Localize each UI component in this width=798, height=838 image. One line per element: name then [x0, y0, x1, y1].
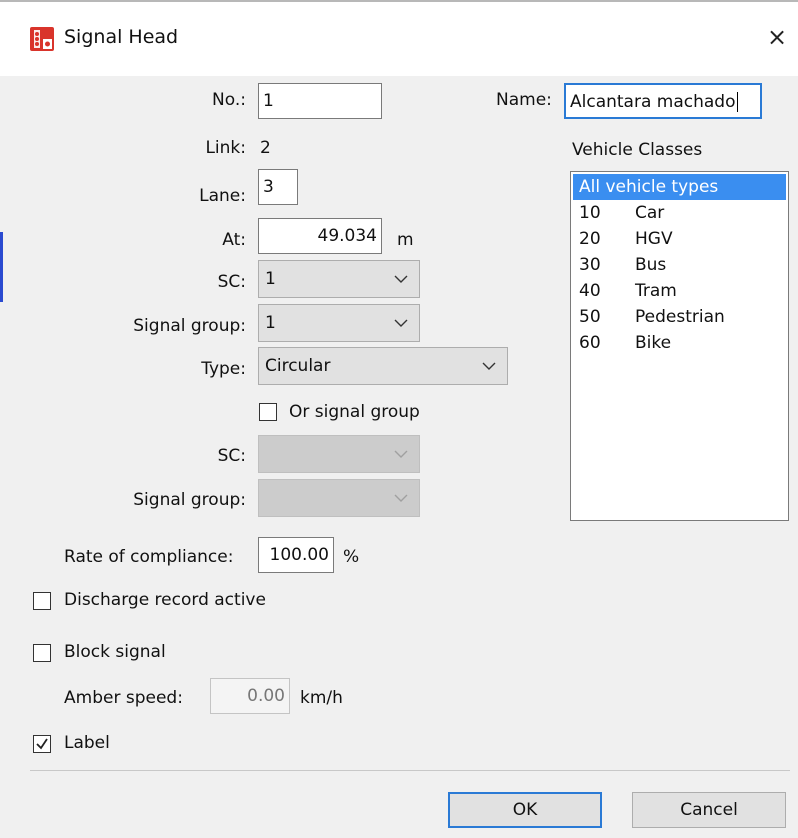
no-input[interactable]: 1 — [258, 83, 382, 119]
at-unit: m — [397, 230, 414, 250]
label-checkbox-label: Label — [64, 733, 110, 753]
block-signal-checkbox[interactable] — [33, 644, 51, 662]
chevron-down-icon — [394, 450, 408, 458]
signal-group-value: 1 — [265, 313, 276, 333]
sc2-label: SC: — [217, 446, 246, 466]
signal-head-icon — [30, 27, 54, 51]
signal-head-dialog: Signal Head × No.: 1 Name: Alcantara mac… — [0, 0, 798, 838]
chevron-down-icon — [394, 319, 408, 327]
amber-speed-unit: km/h — [300, 688, 343, 708]
chevron-down-icon — [394, 494, 408, 502]
name-input[interactable]: Alcantara machado — [564, 83, 762, 119]
divider — [30, 770, 790, 771]
discharge-record-label: Discharge record active — [64, 590, 266, 610]
list-item[interactable]: 10 Car — [573, 200, 786, 226]
rate-unit: % — [343, 547, 360, 567]
or-signal-group-checkbox[interactable] — [259, 403, 277, 421]
close-icon[interactable]: × — [760, 20, 794, 54]
sc2-dropdown[interactable] — [258, 435, 420, 473]
link-value: 2 — [260, 138, 271, 158]
list-item[interactable]: 50 Pedestrian — [573, 304, 786, 330]
rate-of-compliance-input[interactable]: 100.00 — [258, 537, 334, 573]
chevron-down-icon — [482, 362, 496, 370]
block-signal-label: Block signal — [64, 642, 166, 662]
at-label: At: — [222, 230, 246, 250]
name-value: Alcantara machado — [570, 92, 736, 112]
lane-input[interactable]: 3 — [258, 169, 298, 205]
type-value: Circular — [265, 356, 331, 376]
lane-label: Lane: — [199, 186, 246, 206]
sc-label: SC: — [217, 272, 246, 292]
text-caret — [736, 92, 738, 112]
at-input[interactable]: 49.034 — [258, 218, 382, 254]
sc-value: 1 — [265, 269, 276, 289]
amber-speed-label: Amber speed: — [64, 688, 183, 708]
amber-speed-input[interactable]: 0.00 — [210, 678, 290, 714]
list-item[interactable]: 30 Bus — [573, 252, 786, 278]
discharge-record-checkbox[interactable] — [33, 592, 51, 610]
label-checkbox[interactable] — [33, 735, 51, 753]
list-item[interactable]: 40 Tram — [573, 278, 786, 304]
or-signal-group-label: Or signal group — [289, 402, 420, 422]
signal-group-label: Signal group: — [133, 316, 246, 336]
signal-group2-label: Signal group: — [133, 490, 246, 510]
signal-group-dropdown[interactable]: 1 — [258, 304, 420, 342]
title-bar: Signal Head × — [0, 2, 798, 76]
background-window-edge — [0, 232, 3, 302]
no-label: No.: — [212, 90, 246, 110]
ok-button[interactable]: OK — [448, 792, 602, 828]
rate-of-compliance-label: Rate of compliance: — [64, 547, 234, 567]
name-label: Name: — [496, 90, 552, 110]
list-item[interactable]: All vehicle types — [573, 174, 786, 200]
type-label: Type: — [201, 359, 246, 379]
vehicle-classes-list[interactable]: All vehicle types 10 Car 20 HGV 30 Bus 4… — [570, 171, 789, 521]
dialog-title: Signal Head — [64, 26, 179, 48]
list-item[interactable]: 60 Bike — [573, 330, 786, 356]
sc-dropdown[interactable]: 1 — [258, 260, 420, 298]
vehicle-classes-label: Vehicle Classes — [572, 140, 703, 160]
type-dropdown[interactable]: Circular — [258, 347, 508, 385]
signal-group2-dropdown[interactable] — [258, 479, 420, 517]
chevron-down-icon — [394, 275, 408, 283]
checkmark-icon — [36, 738, 48, 750]
list-item[interactable]: 20 HGV — [573, 226, 786, 252]
cancel-button[interactable]: Cancel — [632, 792, 786, 828]
link-label: Link: — [205, 138, 246, 158]
